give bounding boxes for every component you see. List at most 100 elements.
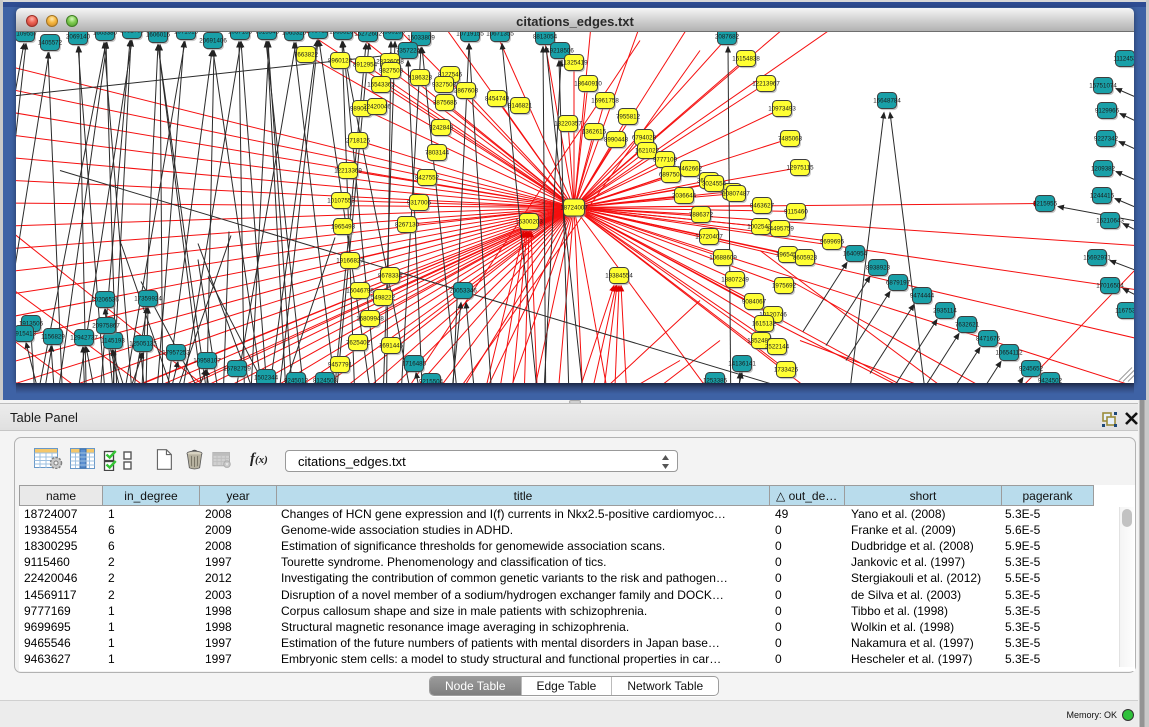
svg-text:14136141: 14136141 (728, 361, 756, 368)
svg-text:7632621: 7632621 (955, 322, 980, 329)
svg-text:8186328: 8186328 (408, 75, 433, 82)
svg-text:7625402: 7625402 (346, 340, 371, 347)
svg-text:2087682: 2087682 (715, 34, 740, 41)
svg-text:12213967: 12213967 (752, 81, 780, 88)
svg-text:8454749: 8454749 (485, 96, 510, 103)
svg-text:10671355: 10671355 (486, 32, 514, 38)
svg-text:10973493: 10973493 (768, 106, 796, 113)
svg-text:10719155: 10719155 (456, 32, 484, 38)
svg-text:8605923: 8605923 (793, 255, 818, 262)
svg-text:9317006: 9317006 (407, 200, 432, 207)
svg-text:7803144: 7803144 (425, 150, 450, 157)
svg-text:20975867: 20975867 (92, 323, 120, 330)
svg-text:3915413: 3915413 (16, 331, 37, 338)
svg-text:8938923: 8938923 (866, 265, 891, 272)
svg-text:8912954: 8912954 (353, 62, 378, 69)
svg-text:6966160: 6966160 (381, 32, 406, 36)
svg-text:9463627: 9463627 (750, 203, 775, 210)
svg-text:18807249: 18807249 (721, 277, 749, 284)
svg-text:13220357: 13220357 (554, 121, 582, 128)
svg-text:7357224: 7357224 (396, 48, 421, 55)
svg-text:19218506: 19218506 (546, 48, 574, 55)
svg-text:10958107: 10958107 (193, 358, 221, 365)
svg-text:16782759: 16782759 (223, 366, 251, 373)
svg-text:8678334: 8678334 (378, 273, 403, 280)
svg-text:7663822: 7663822 (294, 52, 319, 59)
svg-text:9777109: 9777109 (653, 157, 678, 164)
svg-text:9699695: 9699695 (820, 239, 845, 246)
svg-text:16033809: 16033809 (407, 35, 435, 42)
svg-text:1975692: 1975692 (772, 283, 797, 290)
svg-text:8427552: 8427552 (415, 175, 440, 182)
svg-text:17359924: 17359924 (134, 296, 162, 303)
svg-text:1615132: 1615132 (752, 321, 777, 328)
svg-text:1691445: 1691445 (379, 343, 404, 350)
svg-text:10107553: 10107553 (327, 198, 355, 205)
svg-text:9215504: 9215504 (419, 379, 444, 383)
svg-text:12505135: 12505135 (129, 341, 157, 348)
svg-text:18724007: 18724007 (560, 205, 588, 212)
svg-text:1603380: 1603380 (93, 32, 118, 37)
svg-text:1145193: 1145193 (101, 338, 125, 345)
svg-text:1065326: 1065326 (282, 32, 307, 37)
svg-text:2522144: 2522144 (765, 344, 790, 351)
svg-text:9115460: 9115460 (784, 209, 808, 216)
svg-text:20206536: 20206536 (91, 297, 119, 304)
svg-text:1156829: 1156829 (41, 334, 65, 341)
svg-text:16046798: 16046798 (346, 288, 374, 295)
svg-text:9227342: 9227342 (1094, 136, 1119, 143)
svg-text:6879197: 6879197 (886, 280, 911, 287)
svg-text:2718126: 2718126 (346, 138, 371, 145)
svg-text:9245652: 9245652 (1019, 366, 1044, 373)
svg-text:1733426: 1733426 (774, 367, 799, 374)
svg-text:16210643: 16210643 (1096, 218, 1124, 225)
svg-text:18640910: 18640910 (574, 81, 602, 88)
svg-text:9084067: 9084067 (742, 299, 767, 306)
svg-text:9146821: 9146821 (508, 103, 533, 110)
svg-text:8267130: 8267130 (395, 222, 420, 229)
svg-text:12942737: 12942737 (70, 335, 98, 342)
svg-text:8813054: 8813054 (533, 34, 558, 41)
svg-text:2867608: 2867608 (454, 88, 479, 95)
svg-text:15751074: 15751074 (1089, 83, 1117, 90)
svg-text:7886372: 7886372 (689, 212, 714, 219)
svg-text:8990448: 8990448 (604, 137, 629, 144)
svg-text:16543362: 16543362 (367, 82, 395, 89)
svg-text:9474444: 9474444 (910, 293, 935, 300)
svg-text:2935114: 2935114 (933, 308, 957, 315)
svg-text:10688609: 10688609 (709, 255, 737, 262)
svg-text:19166827: 19166827 (336, 258, 364, 265)
svg-text:22420046: 22420046 (363, 104, 391, 111)
svg-text:1167534: 1167534 (1115, 308, 1134, 315)
svg-text:1209382: 1209382 (1091, 166, 1116, 173)
svg-text:9327508: 9327508 (432, 82, 457, 89)
svg-text:1071915: 1071915 (174, 32, 199, 36)
svg-text:6794028: 6794028 (632, 135, 657, 142)
svg-text:7485063: 7485063 (778, 136, 803, 143)
svg-text:16961758: 16961758 (591, 98, 619, 105)
svg-text:7515546: 7515546 (255, 32, 280, 36)
svg-text:9457791: 9457791 (328, 362, 353, 369)
svg-text:10653267: 10653267 (329, 32, 357, 36)
svg-text:1405572: 1405572 (38, 40, 63, 47)
svg-text:14495759: 14495759 (766, 226, 794, 233)
svg-text:15300203: 15300203 (515, 219, 543, 226)
svg-text:1716485: 1716485 (402, 361, 427, 368)
svg-text:16154838: 16154838 (732, 56, 760, 63)
svg-text:7462662: 7462662 (678, 166, 703, 173)
svg-text:9424502: 9424502 (1038, 378, 1063, 383)
svg-text:3024554: 3024554 (702, 181, 727, 188)
svg-text:9129966: 9129966 (1095, 108, 1120, 115)
svg-text:12975115: 12975115 (786, 165, 814, 172)
svg-text:20053346: 20053346 (449, 288, 477, 295)
svg-text:19384554: 19384554 (605, 273, 633, 280)
svg-text:11325419: 11325419 (560, 60, 588, 67)
svg-text:6897508: 6897508 (659, 172, 684, 179)
svg-text:1606016: 1606016 (146, 32, 171, 39)
svg-text:8215955: 8215955 (1033, 201, 1058, 208)
svg-text:1253385: 1253385 (703, 378, 728, 383)
svg-text:16037224: 16037224 (304, 32, 332, 35)
svg-text:8471676: 8471676 (976, 336, 1001, 343)
svg-text:2109557: 2109557 (16, 32, 38, 38)
svg-text:5498222: 5498222 (371, 295, 396, 302)
